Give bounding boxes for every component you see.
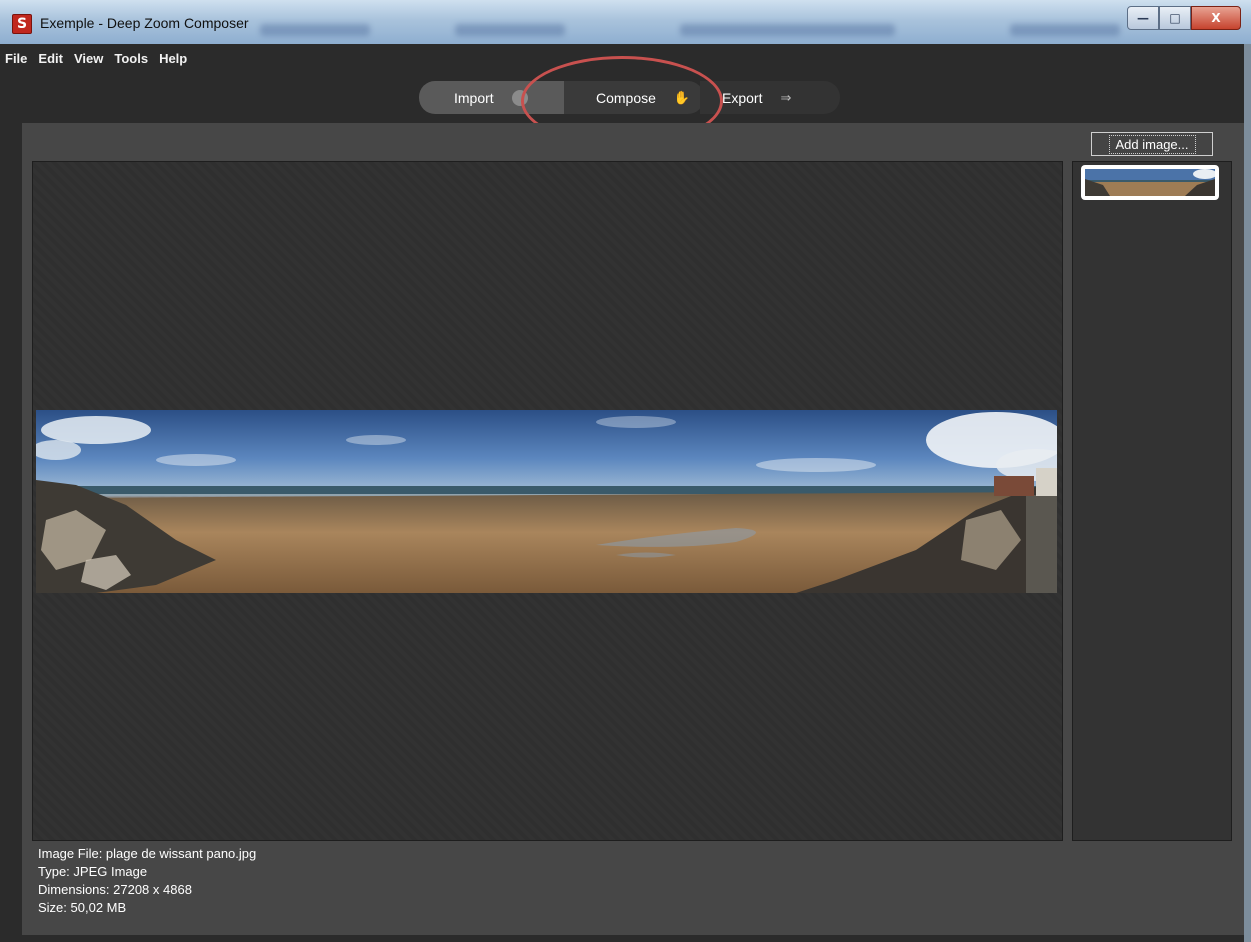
app-window: S Exemple - Deep Zoom Composer — □ X Fil… [0, 0, 1251, 942]
image-type: Type: JPEG Image [38, 864, 148, 879]
window-right-edge [1244, 44, 1251, 942]
tab-import-label: Import [454, 89, 494, 106]
menu-help[interactable]: Help [159, 51, 187, 66]
image-thumbnail[interactable] [1081, 165, 1219, 200]
image-size: Size: 50,02 MB [38, 900, 127, 915]
thumbnail-photo [1085, 169, 1215, 196]
tab-export-label: Export [722, 89, 763, 106]
export-icon: ⇒ [780, 89, 792, 105]
add-image-button[interactable]: Add image... [1091, 132, 1213, 156]
panorama-image[interactable] [36, 410, 1057, 593]
menu-view[interactable]: View [74, 51, 103, 66]
menu-edit[interactable]: Edit [38, 51, 63, 66]
minimize-button[interactable]: — [1127, 6, 1159, 30]
close-button[interactable]: X [1191, 6, 1241, 30]
window-title: Exemple - Deep Zoom Composer [40, 15, 249, 31]
image-info: Image File: plage de wissant pano.jpg Ty… [38, 845, 256, 917]
menu-file[interactable]: File [5, 51, 27, 66]
maximize-button[interactable]: □ [1159, 6, 1191, 30]
panorama-photo [36, 410, 1057, 593]
image-dimensions: Dimensions: 27208 x 4868 [38, 882, 192, 897]
image-file-name: Image File: plage de wissant pano.jpg [38, 846, 257, 861]
image-list-panel [1072, 161, 1232, 841]
menu-tools[interactable]: Tools [114, 51, 148, 66]
app-icon: S [12, 14, 32, 34]
add-image-label: Add image... [1108, 134, 1196, 154]
title-bar[interactable]: S Exemple - Deep Zoom Composer — □ X [0, 0, 1251, 44]
